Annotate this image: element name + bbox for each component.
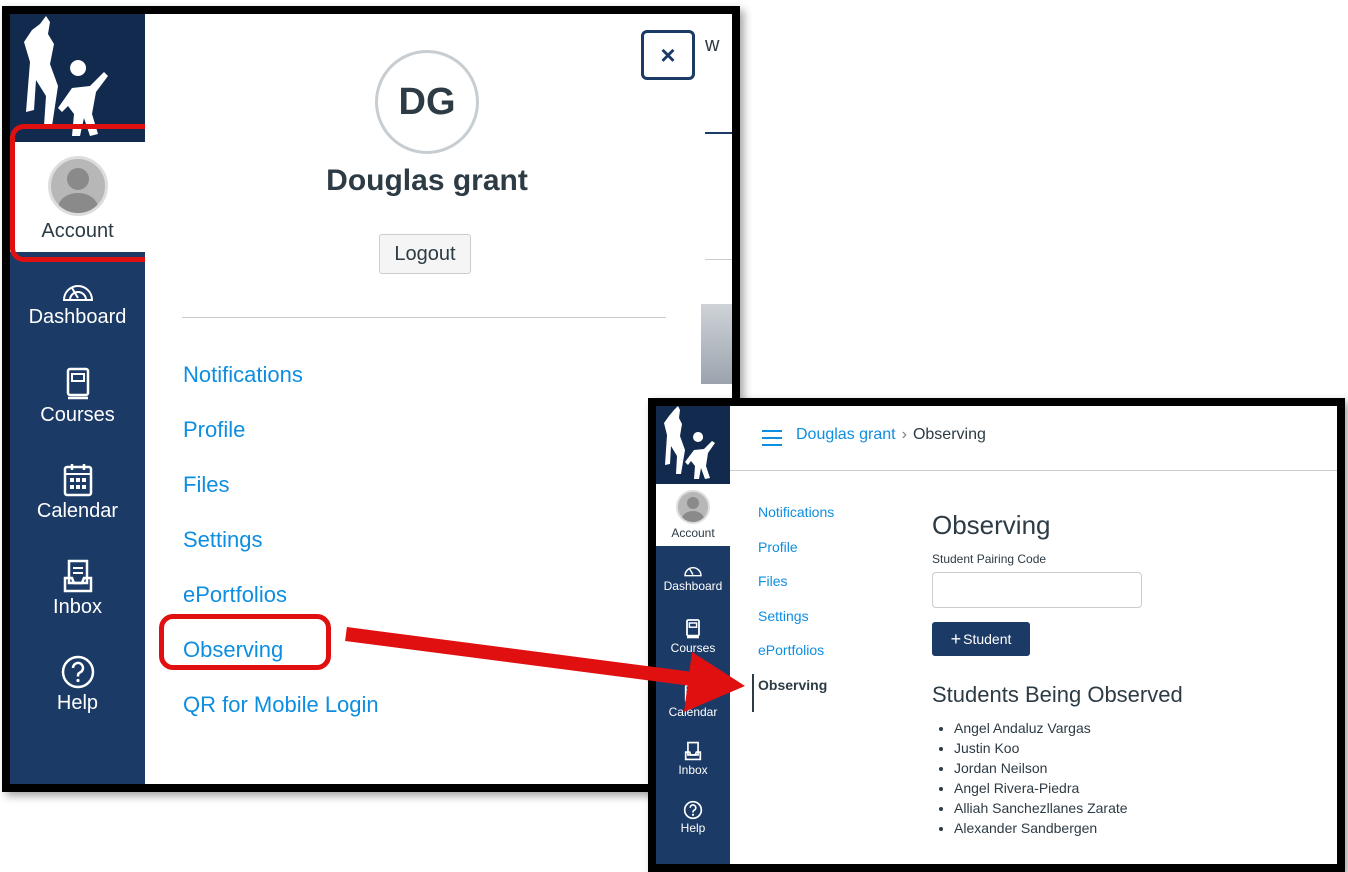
arrow-icon [345,627,745,712]
